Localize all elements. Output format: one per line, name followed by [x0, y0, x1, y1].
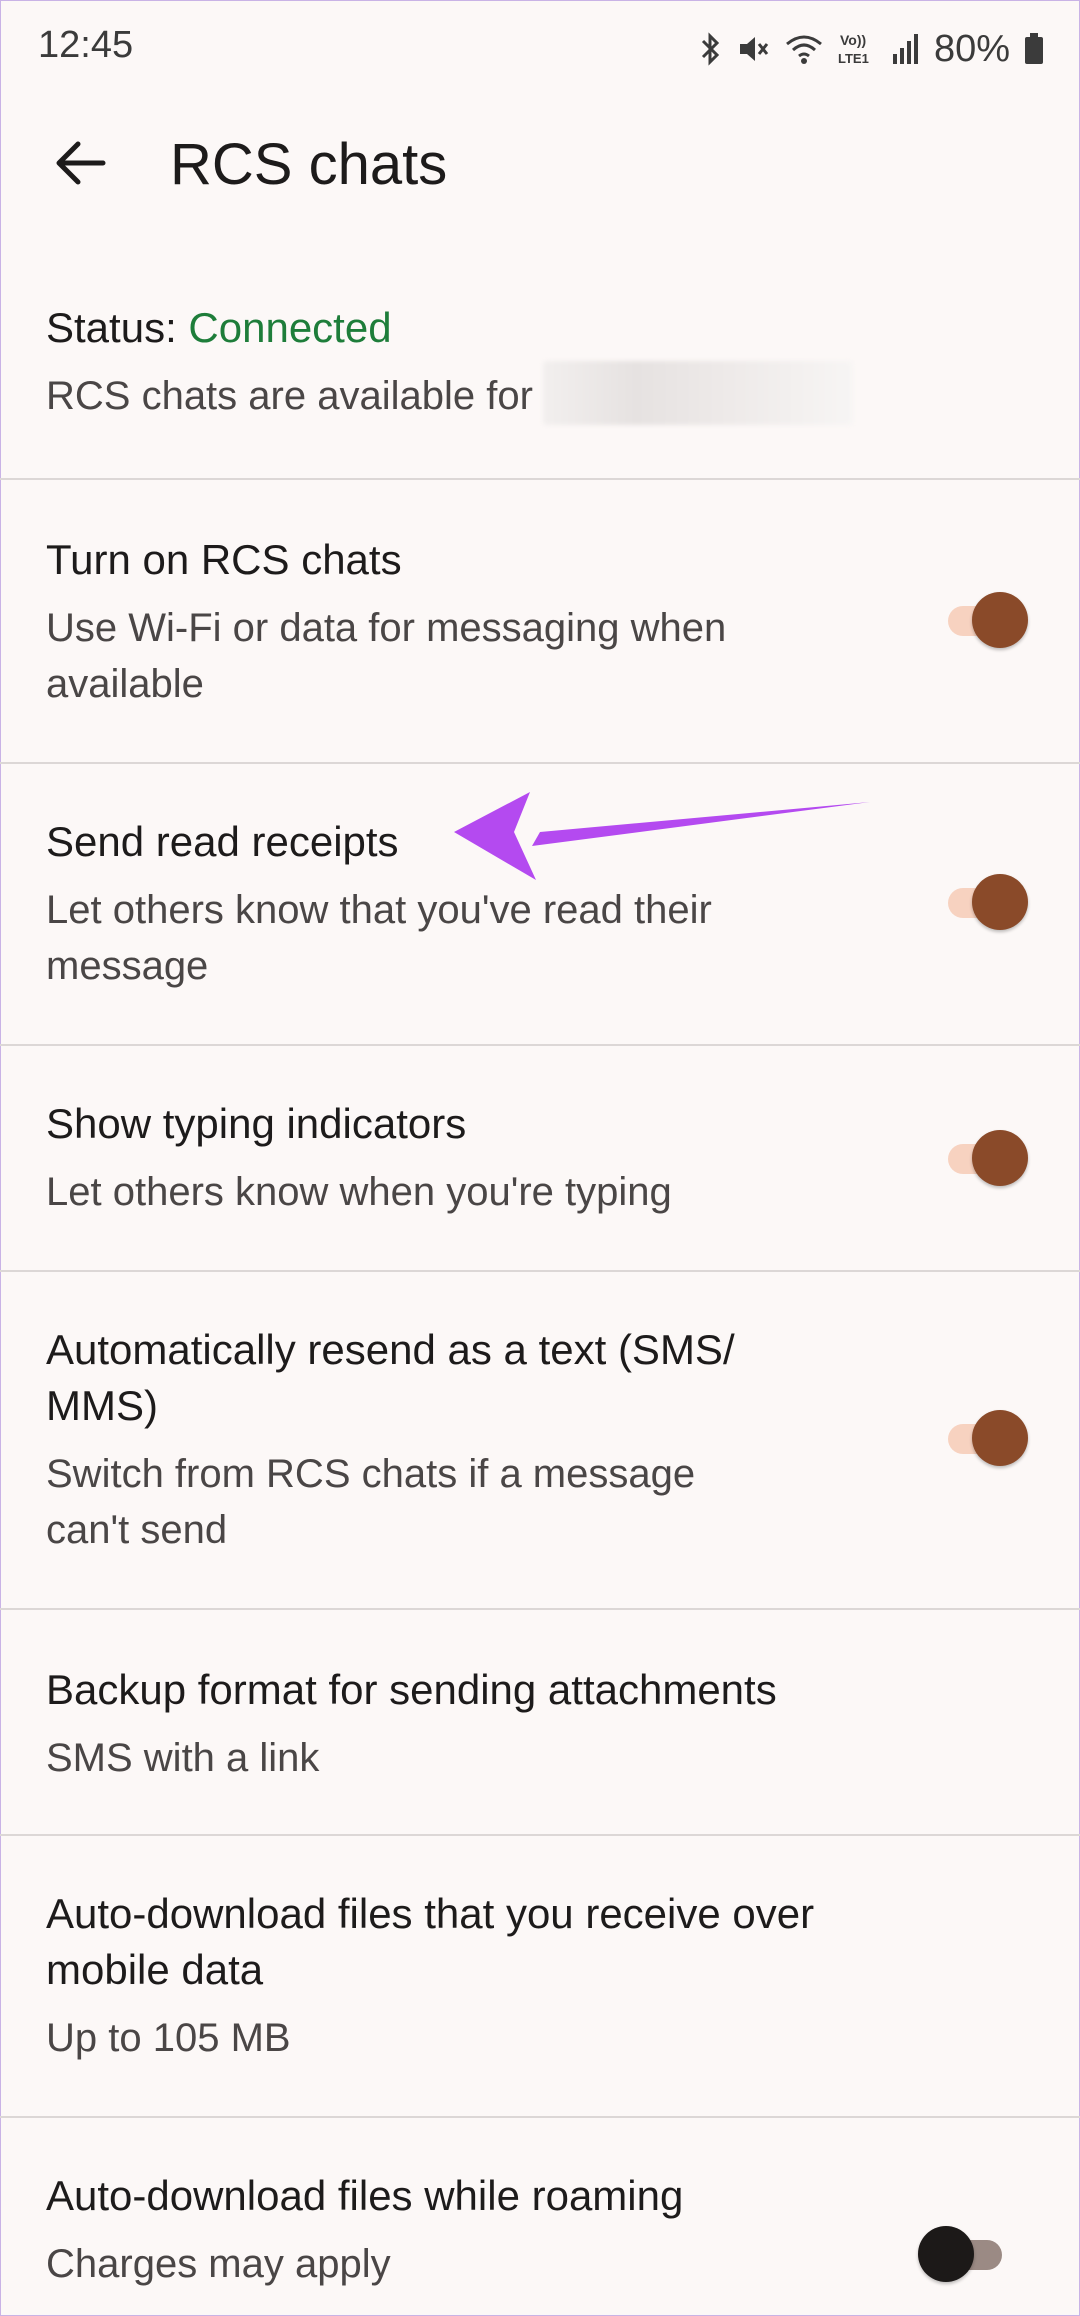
- auto-resend-toggle[interactable]: [936, 1410, 1028, 1466]
- status-time: 12:45: [38, 24, 134, 66]
- svg-text:LTE1: LTE1: [838, 51, 869, 66]
- volte-icon: Vo)) LTE1: [838, 29, 878, 69]
- setting-subtitle: Use Wi-Fi or data for messaging when: [46, 606, 727, 650]
- arrow-back-icon: [54, 141, 106, 190]
- status-line: Status: Connected: [46, 300, 853, 356]
- svg-text:Vo)): Vo)): [840, 32, 866, 48]
- setting-subtitle: Let others know that you've read their: [46, 888, 712, 932]
- status-description-line: RCS chats are available for: [46, 361, 853, 426]
- setting-subtitle: Switch from RCS chats if a message: [46, 1452, 696, 1496]
- typing-indicators-toggle[interactable]: [936, 1130, 1028, 1186]
- signal-icon: [892, 32, 920, 66]
- read-receipts-toggle[interactable]: [936, 874, 1028, 930]
- setting-title: Automatically resend as a text (SMS/: [46, 1326, 735, 1373]
- setting-title: Auto-download files that you receive ove…: [46, 1890, 815, 1937]
- mute-icon: [736, 32, 770, 66]
- setting-title-line2: MMS): [46, 1382, 158, 1429]
- setting-title: Backup format for sending attachments: [46, 1666, 777, 1713]
- battery-percent: 80%: [933, 27, 1010, 70]
- setting-auto-download-roaming[interactable]: Auto-download files while roaming Charge…: [0, 2118, 1080, 2316]
- setting-subtitle: Up to 105 MB: [46, 2016, 291, 2060]
- setting-title-line2: mobile data: [46, 1946, 264, 1993]
- setting-typing-indicators[interactable]: Show typing indicators Let others know w…: [0, 1046, 1080, 1270]
- wifi-icon: [784, 32, 824, 66]
- status-description: RCS chats are available for: [46, 374, 533, 418]
- app-bar: RCS chats: [0, 100, 1080, 230]
- setting-backup-format[interactable]: Backup format for sending attachments SM…: [0, 1610, 1080, 1834]
- annotation-arrow-icon: [454, 792, 870, 880]
- status-row: Status: Connected RCS chats are availabl…: [0, 300, 1080, 478]
- toggle-thumb: [972, 1130, 1028, 1186]
- setting-auto-resend[interactable]: Automatically resend as a text (SMS/ MMS…: [0, 1272, 1080, 1608]
- setting-title: Show typing indicators: [46, 1100, 467, 1147]
- back-button[interactable]: [40, 130, 120, 200]
- setting-subtitle: SMS with a link: [46, 1736, 320, 1780]
- setting-subtitle-line2: can't send: [46, 1508, 228, 1552]
- setting-turn-on-rcs[interactable]: Turn on RCS chats Use Wi-Fi or data for …: [0, 480, 1080, 762]
- status-label: Status:: [46, 304, 189, 351]
- battery-icon: [1024, 32, 1044, 66]
- rcs-chats-toggle[interactable]: [936, 592, 1028, 648]
- roaming-download-toggle[interactable]: [918, 2226, 1010, 2282]
- status-bar: 12:45 Vo)) LTE1 80%: [0, 0, 1080, 100]
- setting-subtitle: Let others know when you're typing: [46, 1170, 672, 1214]
- toggle-thumb: [972, 874, 1028, 930]
- bluetooth-icon: [700, 32, 722, 66]
- redacted-phone-number: [542, 361, 853, 426]
- setting-subtitle-line2: available: [46, 662, 204, 706]
- status-icons: Vo)) LTE1 80%: [700, 24, 1044, 74]
- toggle-thumb: [918, 2226, 974, 2282]
- setting-subtitle: Charges may apply: [46, 2242, 391, 2286]
- setting-subtitle-line2: message: [46, 944, 209, 988]
- toggle-thumb: [972, 1410, 1028, 1466]
- setting-title: Auto-download files while roaming: [46, 2172, 684, 2219]
- status-value: Connected: [188, 304, 392, 351]
- toggle-thumb: [972, 592, 1028, 648]
- page-title: RCS chats: [170, 132, 448, 197]
- setting-title: Turn on RCS chats: [46, 536, 402, 583]
- setting-auto-download-mobile[interactable]: Auto-download files that you receive ove…: [0, 1836, 1080, 2116]
